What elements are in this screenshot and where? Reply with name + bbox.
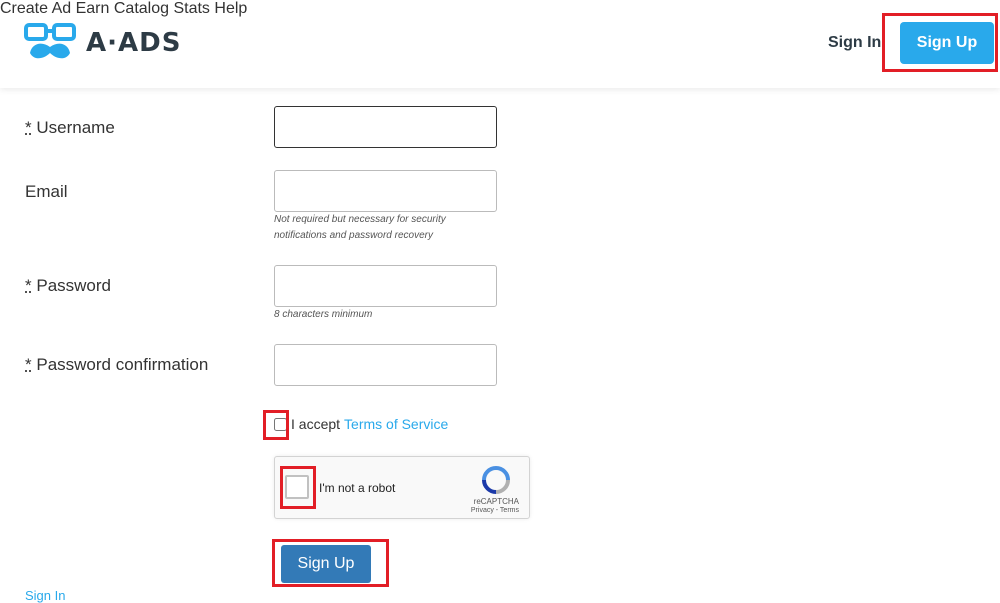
username-label: * Username [25,118,115,137]
recaptcha-widget: I'm not a robot reCAPTCHA Privacy - Term… [274,456,530,519]
top-header: A·ADS Create Ad Earn Catalog Stats Help … [0,0,1000,88]
accept-terms-label: I accept [291,416,341,432]
recaptcha-label: I'm not a robot [319,481,396,495]
nav-earn[interactable]: Earn [76,0,110,17]
password-label: * Password [25,276,111,295]
email-label: Email [25,182,68,201]
password-input[interactable] [274,265,497,307]
nav-help[interactable]: Help [214,0,247,17]
nav-stats[interactable]: Stats [173,0,209,17]
recaptcha-logo-icon [482,466,510,494]
nav-catalog[interactable]: Catalog [114,0,169,17]
terms-of-service-link[interactable]: Terms of Service [344,416,448,432]
nav-create-ad[interactable]: Create Ad [0,0,71,17]
recaptcha-privacy-terms[interactable]: Privacy - Terms [471,507,519,514]
sign-up-submit-button[interactable]: Sign Up [281,545,371,583]
accept-terms-row: I accept Terms of Service [274,416,448,432]
header-sign-in-link[interactable]: Sign In [828,34,881,52]
password-confirmation-label: * Password confirmation [25,355,209,374]
bottom-sign-in-link[interactable]: Sign In [25,588,65,603]
email-hint: Not required but necessary for security n… [274,214,446,241]
password-confirmation-input[interactable] [274,344,497,386]
logo[interactable]: A·ADS [24,20,181,66]
mustache-glasses-logo-icon [24,23,76,59]
username-input[interactable] [274,106,497,148]
logo-text: A·ADS [86,28,182,58]
header-sign-up-button[interactable]: Sign Up [900,22,994,64]
accept-terms-checkbox[interactable] [274,417,287,431]
email-input[interactable] [274,170,497,212]
recaptcha-brand: reCAPTCHA [473,497,519,506]
recaptcha-checkbox[interactable] [285,475,309,499]
password-hint: 8 characters minimum [274,309,373,320]
